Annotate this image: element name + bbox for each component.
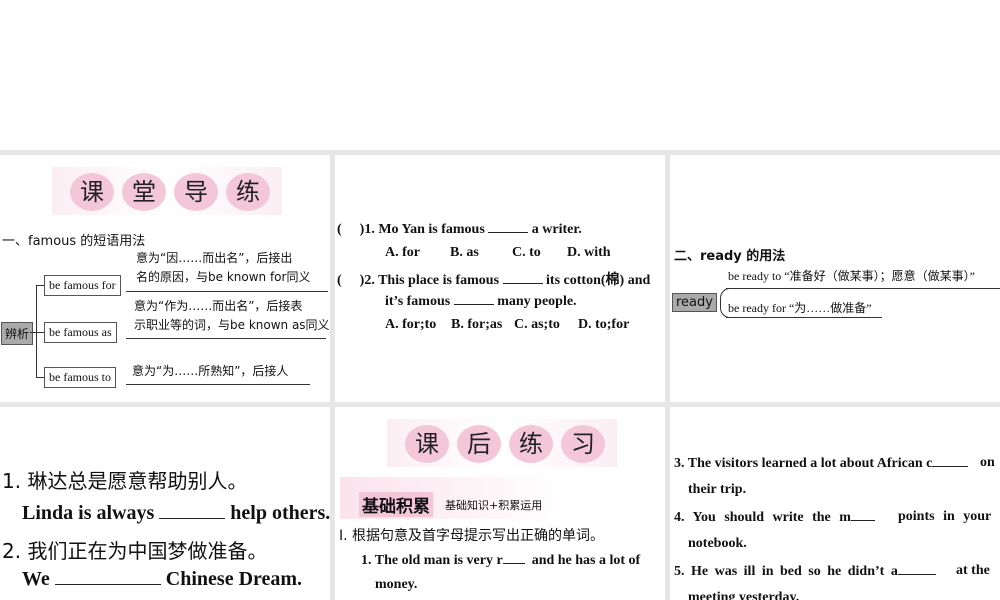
q-text: money. bbox=[375, 577, 418, 592]
banner-char: 课 bbox=[70, 173, 114, 211]
banner-classroom-practice: 课 堂 导 练 bbox=[52, 167, 282, 215]
section-heading: 一、famous 的短语用法 bbox=[2, 234, 146, 249]
q-text: 5. He was ill in bed so he didn’t a bbox=[674, 564, 898, 579]
banner-after-class: 课 后 练 习 bbox=[387, 419, 617, 467]
q-text: it’s famous bbox=[385, 294, 451, 309]
panel-translation: 1. 琳达总是愿意帮助别人。 Linda is always help othe… bbox=[0, 407, 330, 600]
banner-char: 堂 bbox=[122, 173, 166, 211]
sentence-en: help others. bbox=[230, 502, 330, 524]
section-heading: 二、ready 的用法 bbox=[674, 249, 786, 264]
answer-blank[interactable] bbox=[54, 567, 161, 585]
q-text: their trip. bbox=[688, 482, 747, 497]
banner-char: 练 bbox=[509, 425, 553, 463]
sentence-en: Linda is always bbox=[22, 502, 155, 524]
q2-options: A. for;to B. for;as C. as;to D. to;for bbox=[385, 317, 630, 332]
phrase-famous-as: be famous as bbox=[44, 322, 117, 343]
section-subtitle: 基础知识+积累运用 bbox=[445, 499, 543, 512]
root-label: 辨析 bbox=[1, 322, 34, 345]
root-label: ready bbox=[672, 293, 717, 312]
answer-blank[interactable] bbox=[932, 455, 969, 467]
q-text: notebook. bbox=[688, 536, 747, 551]
desc: 意为“因……而出名”，后接出 bbox=[136, 251, 293, 265]
answer-blank[interactable] bbox=[453, 293, 494, 305]
banner-char: 后 bbox=[457, 425, 501, 463]
answer-blank[interactable] bbox=[502, 272, 543, 284]
q-text: points in your bbox=[898, 509, 992, 524]
panel-ready-usage: 二、ready 的用法 ready be ready to “准备好（做某事）；… bbox=[670, 155, 1000, 402]
banner-char: 习 bbox=[561, 425, 605, 463]
sentence-cn: 1. 琳达总是愿意帮助别人。 bbox=[2, 469, 248, 493]
q-text: )1. Mo Yan is famous bbox=[359, 222, 485, 237]
banner-char: 课 bbox=[405, 425, 449, 463]
sentence-en: We bbox=[22, 568, 50, 590]
ready-to-item: be ready to “准备好（做某事）；愿意（做某事）” bbox=[728, 269, 975, 283]
ready-for-item: be ready for “为……做准备” bbox=[728, 301, 872, 315]
q-text: )2. This place is famous bbox=[359, 273, 500, 288]
q-text: meeting yesterday. bbox=[688, 590, 800, 600]
q-text: its cotton(棉) and bbox=[546, 273, 651, 288]
banner-char: 导 bbox=[174, 173, 218, 211]
desc: 示职业等的词，与be known as同义 bbox=[134, 318, 330, 332]
q-text: at the bbox=[956, 563, 990, 578]
phrase-famous-to: be famous to bbox=[44, 367, 116, 388]
instruction: Ⅰ. 根据句意及首字母提示写出正确的单词。 bbox=[339, 528, 605, 544]
q-text: on bbox=[980, 455, 995, 470]
sentence-en: Chinese Dream. bbox=[165, 568, 303, 590]
panel-famous-phrases: 课 堂 导 练 一、famous 的短语用法 辨析 be famous for … bbox=[0, 155, 330, 402]
q-text: and he has a lot of bbox=[531, 553, 641, 568]
desc: 意为“作为……而出名”，后接表 bbox=[134, 299, 303, 313]
sentence-cn: 2. 我们正在为中国梦做准备。 bbox=[2, 539, 268, 563]
q-text: 3. The visitors learned a lot about Afri… bbox=[674, 456, 933, 471]
q-text: 1. The old man is very r bbox=[361, 553, 503, 568]
section-title: 基础积累 bbox=[359, 492, 433, 517]
q-text: 4. You should write the m bbox=[674, 510, 851, 525]
banner-char: 练 bbox=[226, 173, 270, 211]
answer-paren[interactable]: ( bbox=[337, 273, 342, 288]
q-text: a writer. bbox=[531, 222, 582, 237]
q1-options: A. for B. as C. to D. with bbox=[385, 245, 611, 260]
answer-blank[interactable] bbox=[159, 501, 226, 519]
phrase-famous-for: be famous for bbox=[44, 275, 121, 296]
desc: 意为“为……所熟知”，后接人 bbox=[132, 364, 289, 378]
panel-exercises: 3. The visitors learned a lot about Afri… bbox=[670, 407, 1000, 600]
panel-famous-questions: ( )1. Mo Yan is famous a writer. A. for B.… bbox=[335, 155, 665, 402]
answer-paren[interactable]: ( bbox=[337, 222, 342, 237]
panel-after-class: 课 后 练 习 基础积累 基础知识+积累运用 Ⅰ. 根据句意及首字母提示写出正确… bbox=[335, 407, 665, 600]
answer-blank[interactable] bbox=[897, 563, 936, 575]
answer-blank[interactable] bbox=[850, 509, 875, 521]
desc: 名的原因，与be known for同义 bbox=[136, 270, 311, 284]
answer-blank[interactable] bbox=[488, 221, 529, 233]
q-text: many people. bbox=[497, 294, 577, 309]
answer-blank[interactable] bbox=[502, 552, 525, 564]
